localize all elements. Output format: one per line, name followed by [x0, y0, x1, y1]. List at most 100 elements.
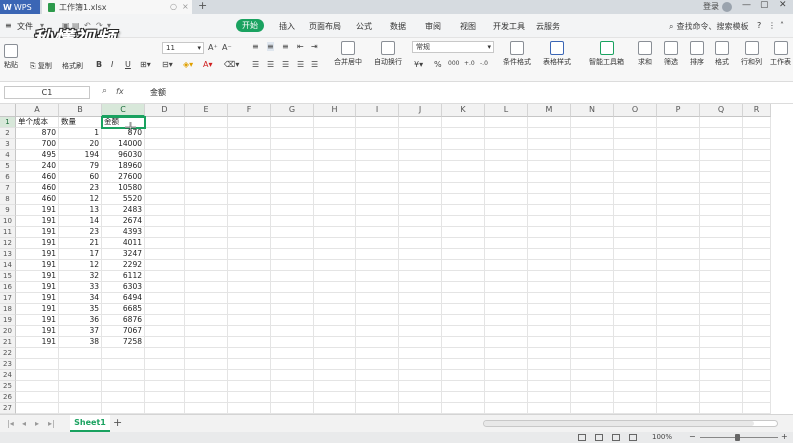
cell[interactable]	[700, 227, 743, 238]
cell[interactable]	[356, 304, 399, 315]
column-header-c[interactable]: C	[102, 104, 145, 117]
cell[interactable]	[59, 381, 102, 392]
percent-icon[interactable]: %	[434, 60, 442, 69]
cell[interactable]	[271, 161, 314, 172]
cell[interactable]	[571, 238, 614, 249]
cell[interactable]	[271, 337, 314, 348]
copy-button[interactable]: ⎘ 复制	[30, 61, 52, 71]
cell[interactable]	[271, 150, 314, 161]
cell[interactable]	[614, 381, 657, 392]
data-cell[interactable]: 27600	[102, 172, 145, 183]
cell[interactable]	[528, 150, 571, 161]
cell[interactable]	[571, 161, 614, 172]
data-cell[interactable]: 7067	[102, 326, 145, 337]
cell[interactable]	[442, 161, 485, 172]
cell[interactable]	[271, 216, 314, 227]
row-header[interactable]: 8	[0, 194, 16, 205]
data-cell[interactable]: 23	[59, 227, 102, 238]
row-header[interactable]: 9	[0, 205, 16, 216]
cell[interactable]	[59, 392, 102, 403]
cell[interactable]	[528, 381, 571, 392]
cell[interactable]	[16, 403, 59, 414]
cell[interactable]	[228, 381, 271, 392]
cell[interactable]	[185, 304, 228, 315]
cell[interactable]	[657, 337, 700, 348]
menu-tab-insert[interactable]: 插入	[279, 21, 295, 32]
cell[interactable]	[185, 139, 228, 150]
cell[interactable]	[145, 315, 185, 326]
cell[interactable]	[442, 216, 485, 227]
cell[interactable]	[657, 304, 700, 315]
cell[interactable]	[700, 183, 743, 194]
distribute-icon[interactable]: ☰	[311, 60, 318, 69]
cell[interactable]	[185, 370, 228, 381]
row-header[interactable]: 18	[0, 304, 16, 315]
cell[interactable]	[700, 161, 743, 172]
cell[interactable]	[228, 128, 271, 139]
zoom-out-icon[interactable]: −	[689, 432, 696, 441]
data-cell[interactable]: 6876	[102, 315, 145, 326]
cell[interactable]	[700, 337, 743, 348]
data-cell[interactable]: 191	[16, 205, 59, 216]
more-icon[interactable]: ⋮	[768, 21, 776, 30]
cell[interactable]	[614, 216, 657, 227]
data-cell[interactable]: 191	[16, 304, 59, 315]
cell[interactable]	[314, 205, 356, 216]
cell[interactable]	[145, 183, 185, 194]
cell[interactable]	[442, 183, 485, 194]
cell[interactable]	[700, 172, 743, 183]
cell[interactable]	[271, 139, 314, 150]
cell[interactable]	[145, 172, 185, 183]
data-cell[interactable]: 20	[59, 139, 102, 150]
cell[interactable]	[442, 128, 485, 139]
cell[interactable]	[399, 117, 442, 128]
command-search[interactable]: ⌕ 查找命令、搜索模板	[669, 21, 748, 32]
cell[interactable]	[614, 348, 657, 359]
column-header-f[interactable]: F	[228, 104, 271, 117]
zoom-search-icon[interactable]: ⌕	[102, 86, 107, 96]
clear-format-icon[interactable]: ⌫▾	[224, 60, 239, 69]
worksheet-button[interactable]: 工作表	[770, 41, 791, 67]
align-center-icon[interactable]: ☰	[267, 60, 274, 69]
cell[interactable]	[700, 238, 743, 249]
cell[interactable]	[700, 326, 743, 337]
column-header-k[interactable]: K	[442, 104, 485, 117]
cell[interactable]	[16, 381, 59, 392]
cell[interactable]	[399, 260, 442, 271]
smart-toolbox-button[interactable]: 智能工具箱	[589, 41, 624, 67]
cell[interactable]	[271, 403, 314, 414]
column-header-g[interactable]: G	[271, 104, 314, 117]
cell[interactable]	[528, 315, 571, 326]
prev-sheet-icon[interactable]: ◂	[22, 419, 26, 428]
data-cell[interactable]: 6494	[102, 293, 145, 304]
cell[interactable]	[485, 304, 528, 315]
data-cell[interactable]: 36	[59, 315, 102, 326]
login-area[interactable]: 登录	[703, 1, 732, 12]
sort-button[interactable]: 排序	[690, 41, 704, 67]
decrease-decimal-icon[interactable]: -.0	[480, 60, 488, 67]
conditional-format-button[interactable]: 条件格式	[503, 41, 531, 67]
cell[interactable]	[185, 227, 228, 238]
cell[interactable]	[743, 205, 771, 216]
cell[interactable]	[228, 205, 271, 216]
row-header[interactable]: 24	[0, 370, 16, 381]
column-header-h[interactable]: H	[314, 104, 356, 117]
cell[interactable]	[399, 238, 442, 249]
cell[interactable]	[657, 282, 700, 293]
cell[interactable]	[102, 403, 145, 414]
justify-icon[interactable]: ☰	[297, 60, 304, 69]
cell[interactable]	[571, 392, 614, 403]
cell[interactable]	[399, 359, 442, 370]
data-cell[interactable]: 17	[59, 249, 102, 260]
cell[interactable]	[228, 304, 271, 315]
cell[interactable]	[314, 293, 356, 304]
cell[interactable]	[743, 293, 771, 304]
cell[interactable]	[228, 403, 271, 414]
currency-icon[interactable]: ¥▾	[414, 60, 423, 69]
cell[interactable]	[145, 117, 185, 128]
filter-button[interactable]: 筛选	[664, 41, 678, 67]
cell[interactable]	[228, 282, 271, 293]
cell[interactable]	[485, 227, 528, 238]
cell[interactable]	[657, 271, 700, 282]
page-break-view-icon[interactable]	[595, 434, 603, 441]
